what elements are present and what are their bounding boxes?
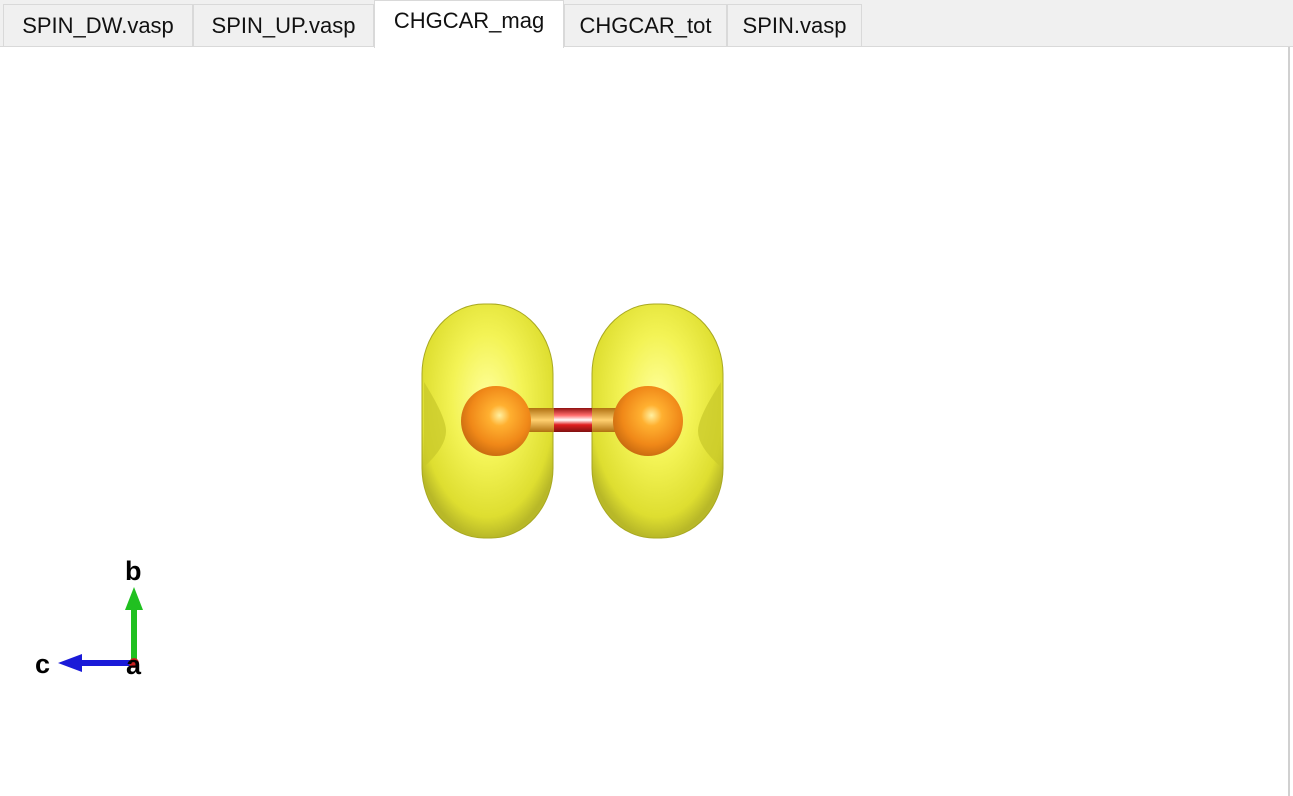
atom-left [461,386,531,456]
tab-bar: SPIN_DW.vasp SPIN_UP.vasp CHGCAR_mag CHG… [0,0,1293,48]
axis-a-label: a [126,650,142,680]
tab-chgcar-mag[interactable]: CHGCAR_mag [374,0,564,48]
structure-scene: b c a [35,303,724,680]
axis-c-arrow [58,654,134,672]
bond [520,408,625,432]
axis-triad: b c a [35,556,143,680]
tab-spin-up[interactable]: SPIN_UP.vasp [193,4,374,46]
tab-spin-vasp[interactable]: SPIN.vasp [727,4,862,46]
atom-right [613,386,683,456]
axis-c-label: c [35,649,50,679]
axis-b-label: b [125,556,142,586]
tab-chgcar-tot[interactable]: CHGCAR_tot [564,4,727,46]
tab-spin-dw[interactable]: SPIN_DW.vasp [3,4,193,46]
structure-viewport[interactable]: b c a [0,47,1290,796]
